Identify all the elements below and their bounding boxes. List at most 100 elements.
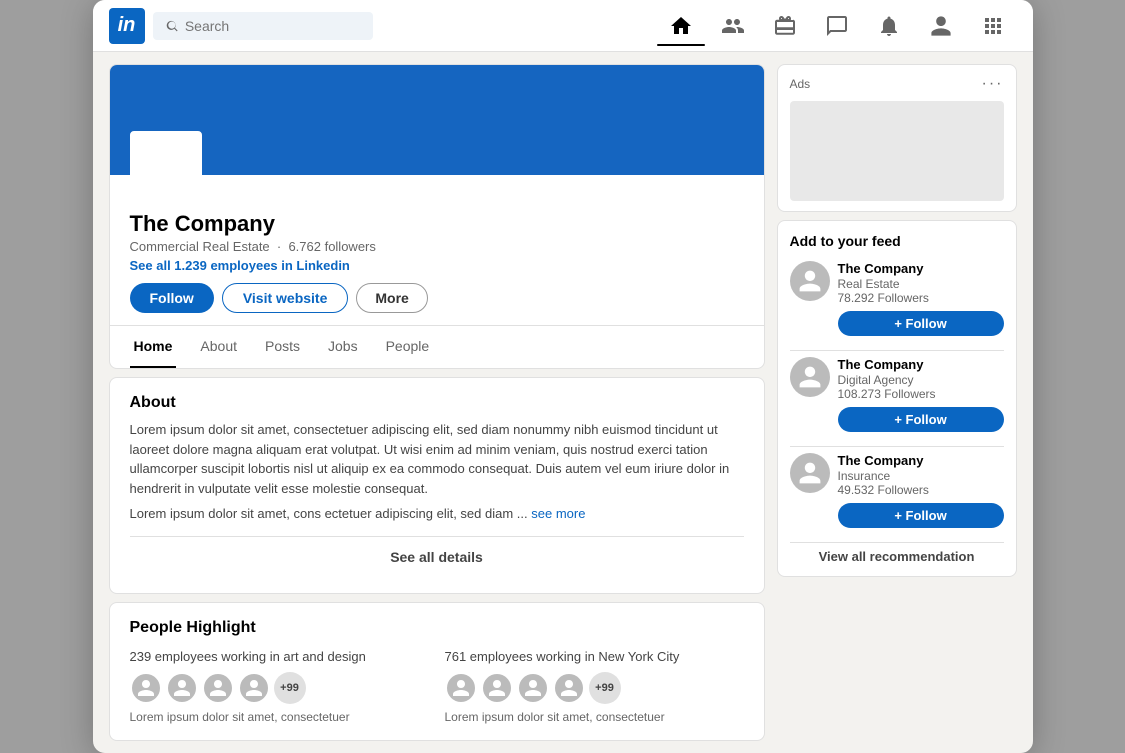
tab-about[interactable]: About bbox=[196, 326, 241, 368]
avatar-5 bbox=[445, 672, 477, 704]
people-group-2-title: 761 employees working in New York City bbox=[445, 649, 744, 664]
company-meta: Commercial Real Estate · 6.762 followers bbox=[130, 239, 744, 254]
feed-name-1: The Company bbox=[838, 261, 1004, 276]
feed-avatar-2 bbox=[790, 357, 830, 397]
network-icon bbox=[721, 14, 745, 38]
nav-notifications[interactable] bbox=[865, 10, 913, 42]
company-employees-link[interactable]: See all 1.239 employees in Linkedin bbox=[130, 258, 744, 273]
company-logo bbox=[140, 141, 192, 193]
search-bar[interactable] bbox=[153, 12, 373, 40]
about-title: About bbox=[130, 394, 744, 412]
view-all-link[interactable]: View all recommendation bbox=[790, 549, 1004, 564]
avatar-3 bbox=[202, 672, 234, 704]
grid-icon bbox=[981, 14, 1005, 38]
nav-profile[interactable] bbox=[917, 10, 965, 42]
avatar-count-2: +99 bbox=[589, 672, 621, 704]
company-followers: 6.762 followers bbox=[288, 239, 375, 254]
messaging-icon bbox=[825, 14, 849, 38]
ads-header: Ads ··· bbox=[790, 75, 1004, 93]
people-group-2-desc: Lorem ipsum dolor sit amet, consectetuer bbox=[445, 710, 744, 724]
search-input[interactable] bbox=[185, 18, 361, 34]
bell-icon bbox=[877, 14, 901, 38]
divider-3 bbox=[790, 542, 1004, 543]
logo-text: in bbox=[118, 14, 136, 37]
nav-home[interactable] bbox=[657, 10, 705, 42]
nav-icons bbox=[657, 10, 1017, 42]
divider-1 bbox=[790, 350, 1004, 351]
ads-options[interactable]: ··· bbox=[982, 75, 1004, 93]
people-group-1: 239 employees working in art and design … bbox=[130, 649, 429, 724]
avatar-6 bbox=[481, 672, 513, 704]
feed-followers-1: 78.292 Followers bbox=[838, 291, 1004, 305]
feed-name-2: The Company bbox=[838, 357, 1004, 372]
company-logo-wrapper bbox=[130, 131, 202, 203]
ads-label: Ads bbox=[790, 77, 811, 91]
home-icon bbox=[669, 14, 693, 38]
browser-window: in bbox=[93, 0, 1033, 753]
about-section: About Lorem ipsum dolor sit amet, consec… bbox=[109, 377, 765, 594]
nav-network[interactable] bbox=[709, 10, 757, 42]
avatar-row-2: +99 bbox=[445, 672, 744, 704]
feed-follow-button-2[interactable]: + Follow bbox=[838, 407, 1004, 432]
avatar-2 bbox=[166, 672, 198, 704]
feed-sub-3: Insurance bbox=[838, 469, 1004, 483]
feed-title: Add to your feed bbox=[790, 233, 1004, 249]
ads-card: Ads ··· bbox=[777, 64, 1017, 212]
avatar-7 bbox=[517, 672, 549, 704]
avatar-4 bbox=[238, 672, 270, 704]
tab-posts[interactable]: Posts bbox=[261, 326, 304, 368]
about-text-2: Lorem ipsum dolor sit amet, cons ectetue… bbox=[130, 504, 744, 524]
main-content: The Company Commercial Real Estate · 6.7… bbox=[93, 52, 1033, 753]
right-column: Ads ··· Add to your feed The Company Rea… bbox=[777, 64, 1017, 741]
tab-jobs[interactable]: Jobs bbox=[324, 326, 362, 368]
feed-follow-button-3[interactable]: + Follow bbox=[838, 503, 1004, 528]
more-button[interactable]: More bbox=[356, 283, 427, 313]
feed-item-3: The Company Insurance 49.532 Followers +… bbox=[790, 453, 1004, 528]
avatar-count-1: +99 bbox=[274, 672, 306, 704]
visit-website-button[interactable]: Visit website bbox=[222, 283, 349, 313]
feed-info-2: The Company Digital Agency 108.273 Follo… bbox=[838, 357, 1004, 432]
about-text-2-content: Lorem ipsum dolor sit amet, cons ectetue… bbox=[130, 506, 528, 521]
people-highlight-title: People Highlight bbox=[130, 619, 744, 637]
linkedin-logo[interactable]: in bbox=[109, 8, 145, 44]
feed-followers-3: 49.532 Followers bbox=[838, 483, 1004, 497]
avatar-8 bbox=[553, 672, 585, 704]
profile-icon bbox=[929, 14, 953, 38]
feed-followers-2: 108.273 Followers bbox=[838, 387, 1004, 401]
company-category: Commercial Real Estate bbox=[130, 239, 270, 254]
feed-name-3: The Company bbox=[838, 453, 1004, 468]
feed-info-3: The Company Insurance 49.532 Followers +… bbox=[838, 453, 1004, 528]
see-more-link[interactable]: see more bbox=[531, 506, 585, 521]
follow-button[interactable]: Follow bbox=[130, 283, 214, 313]
search-icon bbox=[165, 18, 179, 34]
avatar-row-1: +99 bbox=[130, 672, 429, 704]
feed-sub-2: Digital Agency bbox=[838, 373, 1004, 387]
divider-2 bbox=[790, 446, 1004, 447]
company-name: The Company bbox=[130, 211, 744, 237]
company-info: The Company Commercial Real Estate · 6.7… bbox=[110, 175, 764, 325]
nav-messaging[interactable] bbox=[813, 10, 861, 42]
feed-info-1: The Company Real Estate 78.292 Followers… bbox=[838, 261, 1004, 336]
nav-work[interactable] bbox=[969, 10, 1017, 42]
feed-item-1: The Company Real Estate 78.292 Followers… bbox=[790, 261, 1004, 336]
company-card: The Company Commercial Real Estate · 6.7… bbox=[109, 64, 765, 369]
people-section: People Highlight 239 employees working i… bbox=[109, 602, 765, 741]
tab-people[interactable]: People bbox=[382, 326, 434, 368]
people-group-2: 761 employees working in New York City +… bbox=[445, 649, 744, 724]
see-all-details[interactable]: See all details bbox=[130, 536, 744, 577]
feed-follow-button-1[interactable]: + Follow bbox=[838, 311, 1004, 336]
feed-card: Add to your feed The Company Real Estate… bbox=[777, 220, 1017, 577]
feed-avatar-1 bbox=[790, 261, 830, 301]
nav-jobs[interactable] bbox=[761, 10, 809, 42]
feed-sub-1: Real Estate bbox=[838, 277, 1004, 291]
people-grid: 239 employees working in art and design … bbox=[130, 649, 744, 724]
about-text-1: Lorem ipsum dolor sit amet, consectetuer… bbox=[130, 420, 744, 498]
people-group-1-desc: Lorem ipsum dolor sit amet, consectetuer bbox=[130, 710, 429, 724]
people-group-1-title: 239 employees working in art and design bbox=[130, 649, 429, 664]
company-banner bbox=[110, 65, 764, 175]
navbar: in bbox=[93, 0, 1033, 52]
feed-avatar-3 bbox=[790, 453, 830, 493]
tab-home[interactable]: Home bbox=[130, 326, 177, 368]
center-column: The Company Commercial Real Estate · 6.7… bbox=[109, 64, 765, 741]
feed-item-2: The Company Digital Agency 108.273 Follo… bbox=[790, 357, 1004, 432]
